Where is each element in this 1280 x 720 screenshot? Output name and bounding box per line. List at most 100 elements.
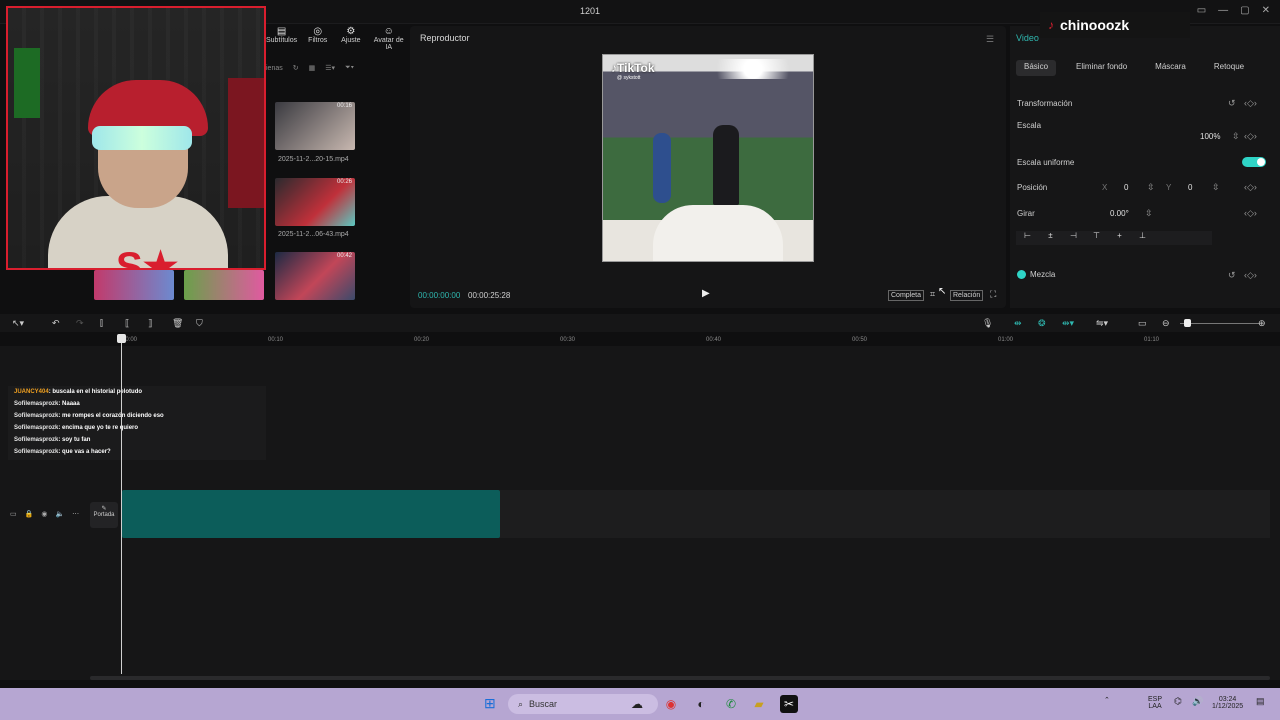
caption-icon[interactable]: ▭: [1138, 318, 1147, 329]
stepper-icon[interactable]: ⇳: [1147, 182, 1155, 193]
volume-icon[interactable]: 🔊: [1192, 696, 1203, 707]
ratio-button[interactable]: Relación: [950, 290, 984, 301]
link-icon[interactable]: ⇹: [1014, 318, 1022, 329]
chat-message: JUANCY404: buscala en el historial pelot…: [14, 389, 143, 395]
align-left-icon[interactable]: ⊢: [1016, 231, 1039, 245]
video-preview[interactable]: ♪TikTok @ sykstott: [602, 54, 814, 262]
split-icon[interactable]: ⫿: [100, 318, 103, 329]
refresh-icon[interactable]: ↻: [293, 64, 299, 72]
tab-mask[interactable]: Máscara: [1147, 60, 1194, 76]
align-bottom-icon[interactable]: ⊥: [1131, 231, 1154, 245]
media-thumbnail[interactable]: [184, 270, 264, 300]
menu-icon[interactable]: ☰: [986, 34, 994, 45]
blend-check-icon[interactable]: [1017, 270, 1026, 279]
notifications-icon[interactable]: ▤: [1256, 696, 1265, 707]
ruler-tick: 00:40: [706, 337, 722, 343]
tool-filters[interactable]: ◎ Filtros: [305, 26, 330, 54]
whatsapp-icon[interactable]: ✆: [722, 695, 740, 713]
keyframe-icon[interactable]: ‹◇›: [1244, 208, 1257, 219]
shield-icon[interactable]: ⛉: [196, 318, 203, 329]
obs-icon[interactable]: ◐: [692, 695, 710, 713]
filter-icon[interactable]: ⏷▾: [345, 64, 354, 72]
keyframe-icon[interactable]: ‹◇›: [1244, 131, 1257, 142]
tab-basic[interactable]: Básico: [1016, 60, 1057, 76]
maximize-icon[interactable]: ▢: [1240, 5, 1249, 16]
clock[interactable]: 03:24 1/12/2025: [1212, 696, 1243, 710]
align-center-icon[interactable]: ±: [1039, 231, 1062, 245]
timeline-scrollbar[interactable]: [90, 676, 1270, 680]
language-indicator[interactable]: ESP LAA: [1148, 696, 1162, 710]
zoom-out-icon[interactable]: ⊖: [1162, 318, 1170, 329]
audio-icon[interactable]: 🔈: [55, 510, 64, 518]
pos-x-input[interactable]: 0: [1124, 183, 1128, 192]
pos-y-input[interactable]: 0: [1188, 183, 1192, 192]
tray-chevron-icon[interactable]: ⌃: [1104, 696, 1110, 704]
media-thumbnail[interactable]: [94, 270, 174, 300]
filter-dropdown[interactable]: ienas: [266, 65, 283, 72]
pos-y-label: Y: [1166, 183, 1172, 192]
grid-view-icon[interactable]: ▦: [309, 64, 316, 72]
stepper-icon[interactable]: ⇳: [1145, 208, 1153, 219]
layout-icon[interactable]: ▭: [1197, 5, 1206, 16]
zoom-slider[interactable]: [1180, 323, 1260, 324]
eye-icon[interactable]: ◉: [41, 510, 47, 518]
zoom-slider-handle[interactable]: [1184, 319, 1191, 327]
stepper-icon[interactable]: ⇳: [1212, 182, 1220, 193]
media-thumbnail[interactable]: 00:26: [275, 178, 355, 226]
sort-icon[interactable]: ☰▾: [325, 64, 335, 72]
magnet-icon[interactable]: ❂: [1038, 318, 1046, 329]
align-right-icon[interactable]: ⊣: [1062, 231, 1085, 245]
track-select-icon[interactable]: ▭: [10, 510, 17, 518]
video-clip[interactable]: [122, 490, 500, 538]
reset-icon[interactable]: ↺: [1228, 98, 1236, 109]
undo-icon[interactable]: ↶: [52, 318, 60, 329]
redo-icon[interactable]: ↷: [76, 318, 84, 329]
complete-button[interactable]: Completa: [888, 290, 924, 301]
minimize-icon[interactable]: —: [1218, 5, 1228, 16]
blend-label[interactable]: Mezcla: [1030, 270, 1055, 279]
capcut-icon[interactable]: ✂: [780, 695, 798, 713]
playhead[interactable]: [121, 334, 122, 674]
network-icon[interactable]: ⌬: [1174, 696, 1182, 707]
chrome-icon[interactable]: ◉: [662, 695, 680, 713]
crop-icon[interactable]: ⌗: [930, 289, 935, 300]
microphone-icon[interactable]: 🎙: [982, 318, 993, 329]
align-top-icon[interactable]: ⊤: [1085, 231, 1108, 245]
tab-retouch[interactable]: Retoque: [1206, 60, 1252, 76]
transform-label[interactable]: Transformación: [1017, 99, 1072, 108]
play-button[interactable]: ▶: [702, 288, 714, 300]
split-right-icon[interactable]: ⟧: [148, 318, 152, 329]
timeline-toolbar: [0, 314, 1280, 332]
lock-icon[interactable]: 🔒: [25, 510, 34, 518]
keyframe-icon[interactable]: ‹◇›: [1244, 182, 1257, 193]
snap-icon[interactable]: ⇹▾: [1062, 318, 1074, 329]
split-left-icon[interactable]: ⟦: [125, 318, 129, 329]
rotate-input[interactable]: 0.00°: [1110, 209, 1129, 218]
uniform-scale-toggle[interactable]: [1242, 157, 1266, 167]
reset-icon[interactable]: ↺: [1228, 270, 1236, 281]
more-icon[interactable]: ⋯: [72, 510, 79, 518]
media-thumbnail[interactable]: 00:42: [275, 252, 355, 300]
cover-button[interactable]: ✎ Portada: [90, 502, 118, 528]
preview-axis-icon[interactable]: ⇋▾: [1096, 318, 1108, 329]
tool-subtitles[interactable]: ▤ Subtítulos: [266, 26, 297, 54]
file-explorer-icon[interactable]: ▰: [750, 695, 768, 713]
keyframe-icon[interactable]: ‹◇›: [1244, 98, 1257, 109]
scale-value[interactable]: 100%: [1200, 132, 1220, 141]
windows-start-icon[interactable]: ⊞: [484, 695, 500, 711]
delete-icon[interactable]: 🗑: [172, 318, 183, 329]
weather-icon[interactable]: ☁: [628, 695, 646, 713]
zoom-in-icon[interactable]: ⊕: [1258, 318, 1266, 329]
tool-ai-avatar[interactable]: ☺ Avatar de IA: [371, 26, 406, 54]
tool-adjust[interactable]: ⚙ Ajuste: [338, 26, 363, 54]
tab-remove-bg[interactable]: Eliminar fondo: [1068, 60, 1135, 76]
keyframe-icon[interactable]: ‹◇›: [1244, 270, 1257, 281]
media-thumbnail[interactable]: 00:16: [275, 102, 355, 150]
close-icon[interactable]: ✕: [1262, 5, 1270, 16]
tab-video[interactable]: Video: [1016, 33, 1039, 43]
playhead-handle[interactable]: [117, 334, 126, 343]
fullscreen-icon[interactable]: ⛶: [990, 289, 996, 300]
align-middle-icon[interactable]: +: [1108, 231, 1131, 245]
stepper-icon[interactable]: ⇳: [1232, 131, 1240, 142]
select-tool-icon[interactable]: ↖▾: [12, 318, 24, 329]
